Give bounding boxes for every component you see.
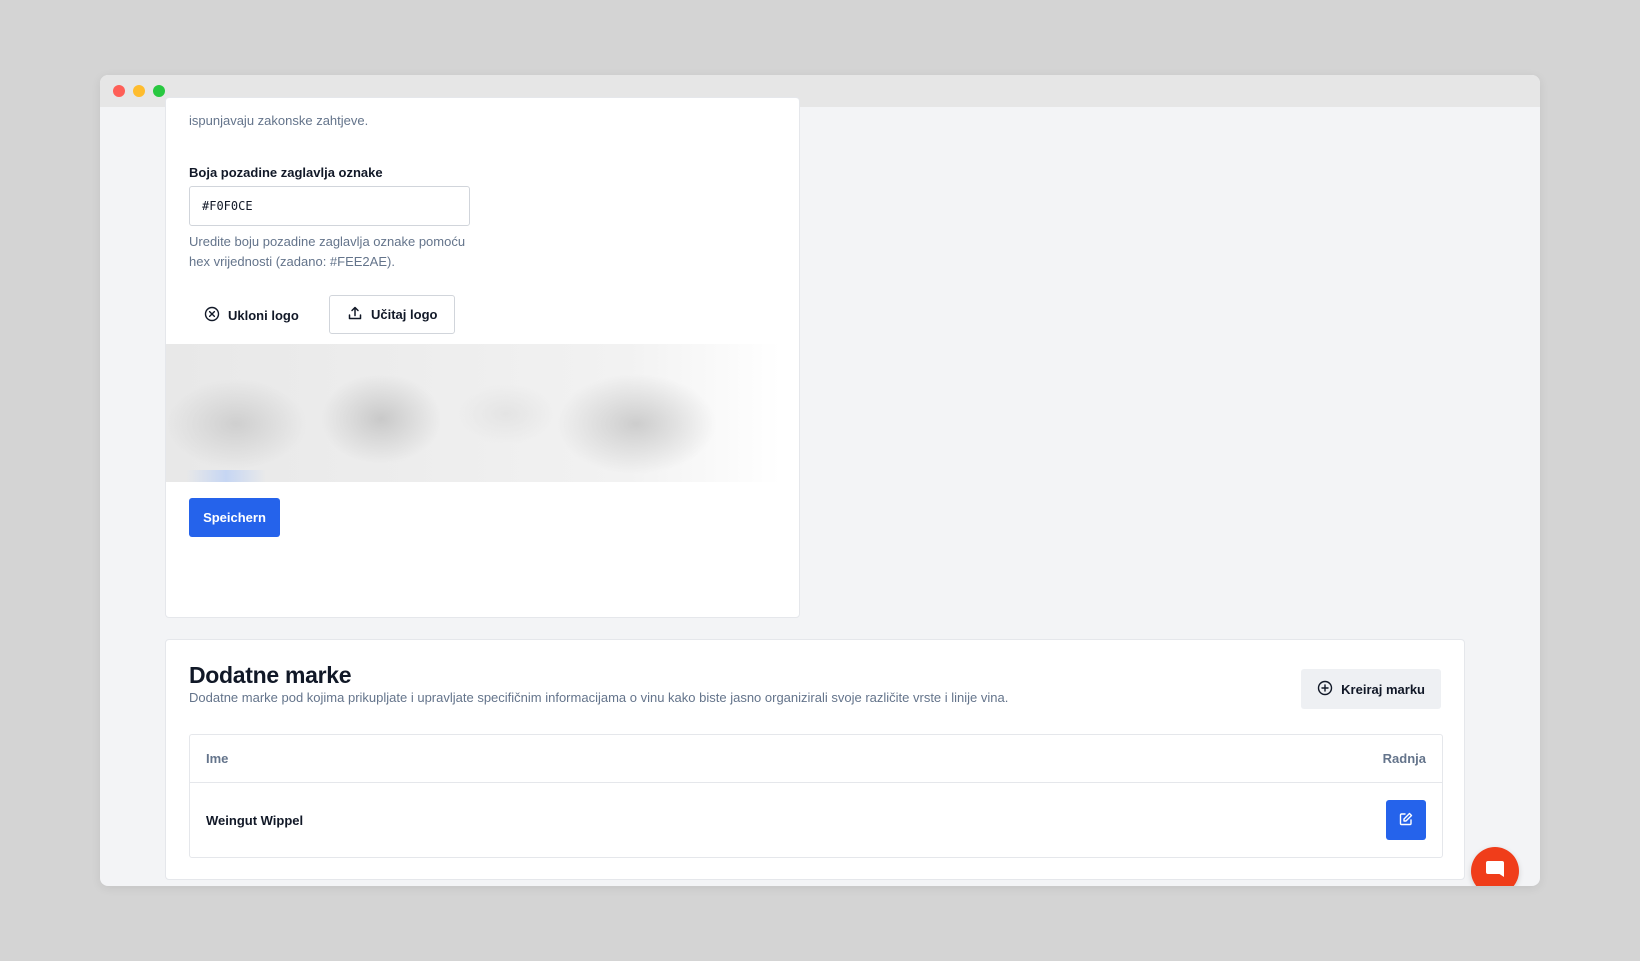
circle-plus-icon	[1317, 680, 1333, 699]
header-color-input[interactable]	[189, 186, 470, 226]
minimize-window-button[interactable]	[133, 85, 145, 97]
close-window-button[interactable]	[113, 85, 125, 97]
page-content: ispunjavaju zakonske zahtjeve. Boja poza…	[100, 97, 1540, 886]
chat-widget-button[interactable]	[1471, 847, 1519, 886]
edit-icon	[1398, 811, 1414, 830]
create-brand-button[interactable]: Kreiraj marku	[1301, 669, 1441, 709]
header-color-label: Boja pozadine zaglavlja oznake	[189, 165, 383, 180]
upload-logo-button[interactable]: Učitaj logo	[329, 295, 456, 334]
upload-icon	[347, 305, 363, 324]
circle-x-icon	[204, 306, 220, 325]
legal-requirements-help-text: ispunjavaju zakonske zahtjeve.	[189, 113, 369, 128]
create-brand-label: Kreiraj marku	[1341, 681, 1425, 697]
chat-icon	[1484, 858, 1506, 885]
brands-table: Ime Radnja Weingut Wippel	[189, 734, 1443, 858]
column-header-name: Ime	[206, 751, 229, 766]
table-row: Weingut Wippel	[190, 783, 1442, 857]
save-button[interactable]: Speichern	[189, 498, 280, 537]
table-header: Ime Radnja	[190, 735, 1442, 783]
upload-logo-label: Učitaj logo	[371, 307, 438, 322]
additional-brands-description: Dodatne marke pod kojima prikupljate i u…	[189, 690, 1009, 705]
remove-logo-label: Ukloni logo	[228, 307, 299, 323]
column-header-action: Radnja	[1382, 751, 1426, 766]
header-color-help-text: Uredite boju pozadine zaglavlja oznake p…	[189, 234, 466, 269]
branding-settings-card: ispunjavaju zakonske zahtjeve. Boja poza…	[165, 97, 800, 618]
additional-brands-card: Dodatne marke Dodatne marke pod kojima p…	[165, 639, 1465, 880]
edit-brand-button[interactable]	[1386, 800, 1426, 840]
brand-name-cell: Weingut Wippel	[206, 812, 304, 828]
browser-window: ispunjavaju zakonske zahtjeve. Boja poza…	[100, 75, 1540, 886]
logo-preview-image	[166, 344, 781, 482]
remove-logo-button[interactable]: Ukloni logo	[189, 296, 314, 334]
additional-brands-title: Dodatne marke	[189, 662, 352, 688]
maximize-window-button[interactable]	[153, 85, 165, 97]
